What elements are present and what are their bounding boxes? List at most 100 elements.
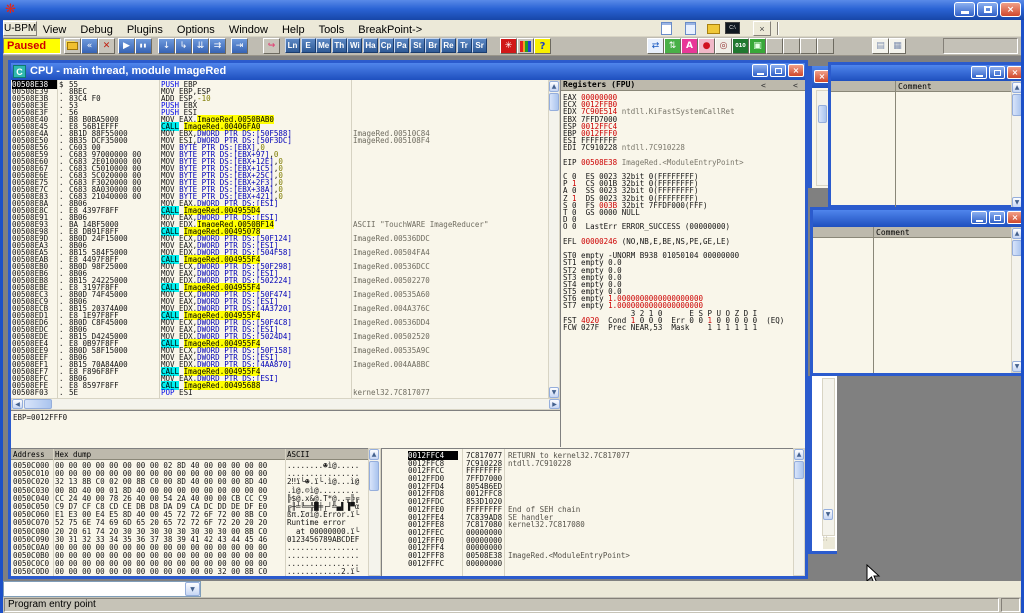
scroll-down-icon[interactable]: ▼ bbox=[1012, 361, 1021, 372]
disasm-row[interactable]: 00508E45 . E8 56B1EFFF CALL ImageRed.004… bbox=[11, 122, 548, 129]
cpu-maximize-button[interactable] bbox=[770, 64, 786, 77]
register-line[interactable]: EDX 7C90E514 ntdll.KiFastSystemCallRet bbox=[563, 107, 805, 114]
pause-button[interactable]: ▮▮ bbox=[135, 38, 152, 54]
animate-over-button[interactable]: ⇉ bbox=[209, 38, 226, 54]
register-line[interactable]: 3 2 1 0 E S P U O Z D I bbox=[563, 309, 805, 316]
disasm-row[interactable]: 00508EAB . E8 4497F8FF CALL ImageRed.004… bbox=[11, 255, 548, 262]
pane-button[interactable]: Wi bbox=[347, 38, 362, 53]
scroll-thumb[interactable] bbox=[369, 461, 379, 491]
register-line[interactable]: ST3 empty 0.0 bbox=[563, 273, 805, 280]
disasm-row[interactable]: 00508E98 . E8 DB91F8FF CALL ImageRed.004… bbox=[11, 227, 548, 234]
step-over-button[interactable]: ↳ bbox=[175, 38, 192, 54]
dump-row[interactable]: 0050C020 32 13 8B C0 02 00 8B C0 00 8D 4… bbox=[11, 477, 368, 485]
close-button[interactable]: × bbox=[1007, 66, 1021, 79]
disasm-row[interactable]: 00508E38 $ 55 PUSH EBP bbox=[11, 80, 548, 87]
info-pane[interactable]: EBP=0012FFF0 bbox=[11, 410, 560, 447]
disasm-row[interactable]: 00508E75 . C683 F3020000 00 MOV BYTE PTR… bbox=[11, 178, 548, 185]
dump-row[interactable]: 0050C040 CC 24 40 00 78 26 40 00 54 2A 4… bbox=[11, 494, 368, 502]
comment-column-header[interactable]: Comment bbox=[813, 227, 1011, 238]
disasm-hscrollbar[interactable]: ◀ ▶ bbox=[11, 398, 560, 410]
disasm-row[interactable]: 00508EEF . 8B06 MOV EAX,DWORD PTR DS:[ES… bbox=[11, 353, 548, 360]
register-line[interactable]: ST4 empty 0.0 bbox=[563, 280, 805, 287]
scroll-thumb[interactable] bbox=[1012, 240, 1021, 256]
disasm-row[interactable]: 00508EC9 . 8B06 MOV EAX,DWORD PTR DS:[ES… bbox=[11, 297, 548, 304]
disasm-row[interactable]: 00508EDE . 8B15 D4245000 MOV EDX,DWORD P… bbox=[11, 332, 548, 339]
scroll-down-icon[interactable]: ▼ bbox=[823, 509, 833, 520]
stack-row[interactable]: 0012FFE4 7C839AD8 SE handler bbox=[382, 513, 793, 521]
disasm-row[interactable]: 00508EC3 . 8B0D 74F45000 MOV ECX,DWORD P… bbox=[11, 290, 548, 297]
disasm-row[interactable]: 00508E91 . 8B06 MOV EAX,DWORD PTR DS:[ES… bbox=[11, 213, 548, 220]
scroll-thumb[interactable] bbox=[24, 399, 52, 409]
stack-row[interactable]: 0012FFD0 7FFD7000 bbox=[382, 474, 793, 482]
registers-header[interactable]: Registers (FPU) < < bbox=[561, 80, 805, 91]
dump-row[interactable]: 0050C080 20 20 61 74 20 30 30 30 30 30 3… bbox=[11, 527, 368, 535]
execute-till-return-button[interactable]: ⇥ bbox=[231, 38, 248, 54]
disasm-row[interactable]: 00508E3E . 53 PUSH EBX bbox=[11, 101, 548, 108]
register-line[interactable]: ESI FFFFFFFF bbox=[563, 136, 805, 143]
disasm-row[interactable]: 00508F03 . 5E POP ESI kernel32.7C817077 bbox=[11, 388, 548, 395]
disasm-row[interactable]: 00508EB6 . 8B06 MOV EAX,DWORD PTR DS:[ES… bbox=[11, 269, 548, 276]
disasm-row[interactable]: 00508E8C . E8 4397F8FF CALL ImageRed.004… bbox=[11, 206, 548, 213]
close-button[interactable]: × bbox=[1007, 211, 1021, 224]
disasm-row[interactable]: 00508E93 . BA 14BF5000 MOV EDX,ImageRed.… bbox=[11, 220, 548, 227]
pane-button[interactable]: Tr bbox=[457, 38, 472, 53]
stack-row[interactable]: 0012FFC4 7C817077 RETURN to kernel32.7C8… bbox=[382, 451, 793, 459]
register-line[interactable]: Z 1 DS 0023 32bit 0(FFFFFFFF) bbox=[563, 194, 805, 201]
close-button[interactable]: × bbox=[1000, 2, 1021, 17]
pane-collapse-button[interactable]: < bbox=[793, 81, 798, 90]
stack-row[interactable]: 0012FFDC 853D1020 bbox=[382, 497, 793, 505]
scroll-up-icon[interactable]: ▲ bbox=[549, 81, 559, 92]
stack-row[interactable]: 0012FFF4 00000000 bbox=[382, 543, 793, 551]
register-line[interactable]: EIP 00508E38 ImageRed.<ModuleEntryPoint> bbox=[563, 158, 805, 165]
register-line[interactable]: P 1 CS 001B 32bit 0(FFFFFFFF) bbox=[563, 179, 805, 186]
comment-window-titlebar[interactable]: × bbox=[831, 65, 1021, 81]
pane-collapse-button[interactable]: < bbox=[761, 81, 766, 90]
register-line[interactable]: ESP 0012FFC4 bbox=[563, 122, 805, 129]
menu-item[interactable]: Tools bbox=[312, 22, 352, 36]
menu-item[interactable]: Plugins bbox=[120, 22, 170, 36]
minimize-button[interactable] bbox=[971, 211, 987, 224]
scroll-up-icon[interactable]: ▲ bbox=[794, 449, 804, 460]
menu-item[interactable]: Debug bbox=[73, 22, 119, 36]
register-line[interactable]: S 0 FS 003B 32bit 7FFDF000(FFF) bbox=[563, 201, 805, 208]
disasm-row[interactable]: 00508ECB . 8B15 20374A00 MOV EDX,DWORD P… bbox=[11, 304, 548, 311]
dump-vscrollbar[interactable]: ▲ bbox=[368, 448, 381, 576]
breakpoint-button[interactable]: ● bbox=[698, 38, 715, 54]
stack-vscrollbar[interactable]: ▲ bbox=[793, 448, 805, 576]
disasm-vscrollbar[interactable]: ▲ ▼ bbox=[548, 80, 560, 398]
disasm-row[interactable]: 00508EFE . E8 8597F8FF CALL ImageRed.004… bbox=[11, 381, 548, 388]
stack-row[interactable]: 0012FFE0 FFFFFFFF End of SEH chain bbox=[382, 505, 793, 513]
cascade-windows-button[interactable]: ▦ bbox=[889, 38, 906, 54]
menu-item[interactable]: BreakPoint-> bbox=[351, 22, 429, 36]
app-titlebar[interactable]: ❋ × bbox=[0, 0, 1024, 20]
pane-button[interactable]: Ha bbox=[363, 38, 378, 53]
help-button[interactable]: ? bbox=[534, 38, 551, 54]
menu-item[interactable]: Window bbox=[222, 22, 275, 36]
register-line[interactable]: EBP 0012FFF0 bbox=[563, 129, 805, 136]
scroll-thumb[interactable] bbox=[549, 93, 559, 111]
scroll-thumb[interactable] bbox=[794, 461, 804, 479]
empty-slot[interactable] bbox=[783, 38, 800, 54]
pane-button[interactable]: Pa bbox=[394, 38, 409, 53]
dump-row[interactable]: 0050C030 00 8D 40 00 01 8D 40 00 00 00 0… bbox=[11, 486, 368, 494]
pane-button[interactable]: Re bbox=[441, 38, 456, 53]
stack-row[interactable]: 0012FFEC 00000000 bbox=[382, 528, 793, 536]
register-line[interactable]: ECX 0012FFB0 bbox=[563, 100, 805, 107]
disasm-row[interactable]: 00508E60 . C683 2E010000 00 MOV BYTE PTR… bbox=[11, 157, 548, 164]
scroll-up-icon[interactable]: ▲ bbox=[1012, 228, 1021, 239]
console-icon[interactable]: C:\ bbox=[725, 22, 740, 34]
disasm-row[interactable]: 00508E9D . 8B0D 24F15000 MOV ECX,DWORD P… bbox=[11, 234, 548, 241]
disasm-row[interactable]: 00508E59 . C683 97000000 00 MOV BYTE PTR… bbox=[11, 150, 548, 157]
stack-row[interactable]: 0012FFD8 0012FFC8 bbox=[382, 489, 793, 497]
minimize-button[interactable] bbox=[971, 66, 987, 79]
disasm-row[interactable]: 00508E40 . B8 B0BA5000 MOV EAX,ImageRed.… bbox=[11, 115, 548, 122]
disasm-row[interactable]: 00508E83 . C683 21040000 00 MOV BYTE PTR… bbox=[11, 192, 548, 199]
step-into-button[interactable]: ↓ bbox=[158, 38, 175, 54]
scroll-right-icon[interactable]: ▶ bbox=[549, 399, 560, 409]
register-line[interactable]: EAX 00000000 bbox=[563, 93, 805, 100]
empty-slot[interactable] bbox=[817, 38, 834, 54]
disasm-row[interactable]: 00508EA3 . 8B06 MOV EAX,DWORD PTR DS:[ES… bbox=[11, 241, 548, 248]
disasm-row[interactable]: 00508EBE . E8 3197F8FF CALL ImageRed.004… bbox=[11, 283, 548, 290]
close-program-button[interactable]: ✕ bbox=[98, 38, 115, 54]
disasm-row[interactable]: 00508EA5 . 8B15 584F5000 MOV EDX,DWORD P… bbox=[11, 248, 548, 255]
